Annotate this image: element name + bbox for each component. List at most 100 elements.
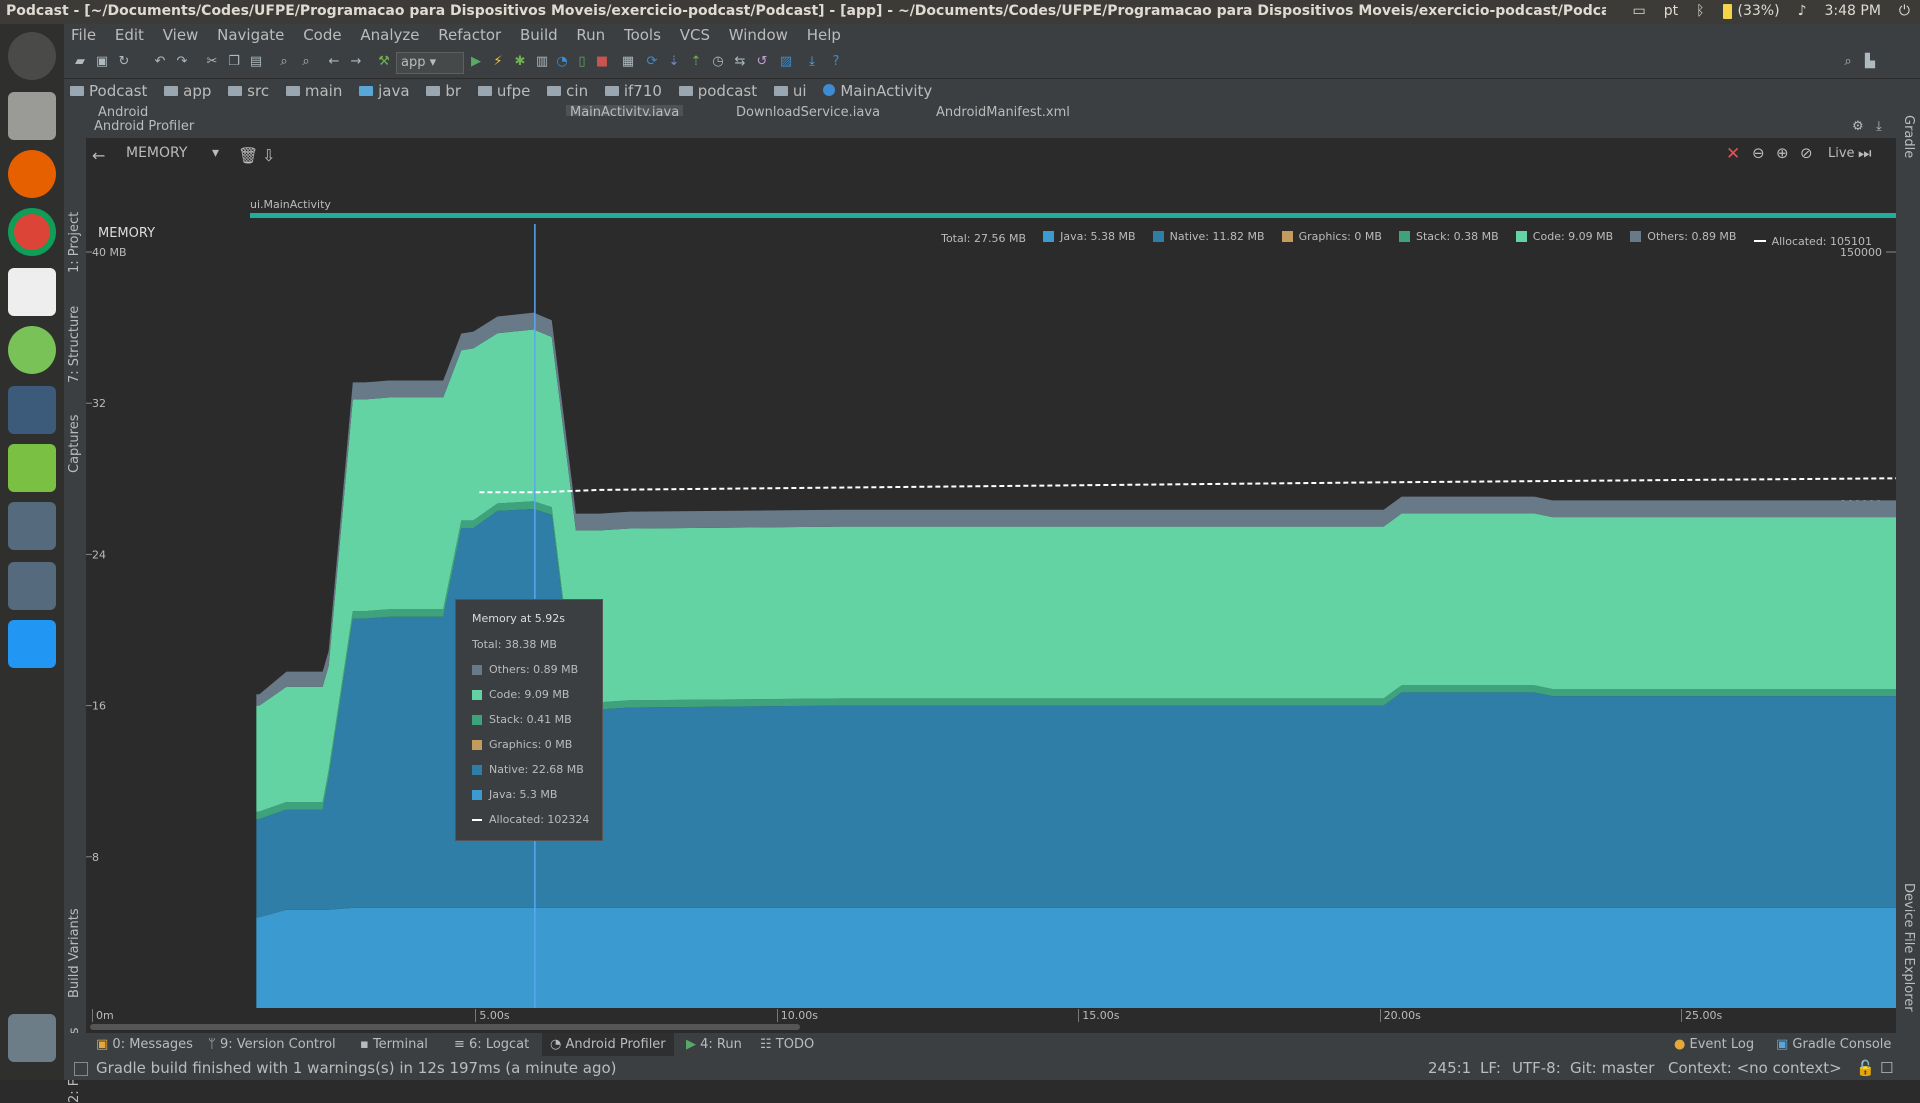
- crumb-app[interactable]: app: [158, 79, 217, 100]
- ubuntu-dash-icon[interactable]: [8, 32, 56, 80]
- apply-changes-icon[interactable]: ⚡: [490, 54, 506, 70]
- power-icon[interactable]: ⏻: [1899, 3, 1910, 19]
- tool-tab-captures[interactable]: Captures: [67, 415, 82, 473]
- tool-tab-logcat[interactable]: ≡ 6: Logcat: [454, 1037, 529, 1052]
- attach-debugger-icon[interactable]: ▯: [574, 54, 590, 70]
- cut-icon[interactable]: ✂: [204, 54, 220, 70]
- undo-icon[interactable]: ↶: [152, 54, 168, 70]
- tool-tab-messages[interactable]: ▣ 0: Messages: [96, 1037, 193, 1052]
- back-arrow-icon[interactable]: ←: [92, 146, 105, 165]
- vcs-history-icon[interactable]: ◷: [710, 54, 726, 70]
- vcs-update-icon[interactable]: ⇣: [666, 54, 682, 70]
- firefox-icon[interactable]: [8, 150, 56, 198]
- line-separator[interactable]: LF:: [1480, 1059, 1501, 1077]
- menu-vcs[interactable]: VCS: [673, 24, 717, 46]
- activity-label[interactable]: ui.MainActivity: [250, 198, 331, 211]
- tool-tab-terminal[interactable]: ▪ Terminal: [360, 1037, 428, 1052]
- run-icon[interactable]: ▶: [468, 54, 484, 70]
- lock-icon[interactable]: 🔓: [1856, 1059, 1875, 1077]
- crumb-br[interactable]: br: [420, 79, 467, 100]
- tab-androidmanifest[interactable]: AndroidManifest.xml: [936, 105, 1070, 116]
- menu-window[interactable]: Window: [722, 24, 795, 46]
- sdk-manager-icon[interactable]: ⤓: [804, 54, 820, 70]
- crumb-main[interactable]: main: [280, 79, 348, 100]
- zoom-in-icon[interactable]: ⊕: [1776, 144, 1789, 162]
- coverage-icon[interactable]: ▥: [534, 54, 550, 70]
- tool-tab-run[interactable]: ▶ 4: Run: [686, 1037, 742, 1052]
- tool-tab-device-file-explorer[interactable]: Device File Explorer: [1901, 883, 1916, 1012]
- tool-windows-toggle-icon[interactable]: [74, 1062, 88, 1076]
- tab-mainactivity[interactable]: MainActivity.java: [566, 105, 684, 116]
- stop-icon[interactable]: ■: [594, 54, 610, 70]
- crumb-cin[interactable]: cin: [541, 79, 594, 100]
- back-icon[interactable]: ←: [326, 54, 342, 70]
- tool-tab-gradle-console[interactable]: ▣ Gradle Console: [1776, 1037, 1891, 1052]
- chrome-icon[interactable]: [8, 208, 56, 256]
- screenshot-icon[interactable]: [8, 502, 56, 550]
- hide-panel-icon[interactable]: ⤓: [1876, 119, 1882, 134]
- git-branch[interactable]: Git: master: [1570, 1059, 1654, 1077]
- menu-tools[interactable]: Tools: [617, 24, 668, 46]
- stop-session-close-icon[interactable]: ✕: [1726, 144, 1740, 164]
- disk-icon[interactable]: [8, 562, 56, 610]
- project-structure-icon[interactable]: ▨: [778, 54, 794, 70]
- zoom-out-icon[interactable]: ⊖: [1752, 144, 1765, 162]
- tool-tab-structure[interactable]: 7: Structure: [67, 306, 82, 383]
- menu-refactor[interactable]: Refactor: [431, 24, 508, 46]
- bluetooth-icon[interactable]: ᛒ: [1696, 3, 1704, 19]
- menu-build[interactable]: Build: [513, 24, 565, 46]
- debug-icon[interactable]: ✱: [512, 54, 528, 70]
- force-gc-trash-icon[interactable]: 🗑: [238, 146, 258, 165]
- live-button[interactable]: Live: [1828, 146, 1855, 161]
- timeline-scrollbar[interactable]: [90, 1024, 800, 1030]
- sync-gradle-icon[interactable]: ⟳: [644, 54, 660, 70]
- caret-position[interactable]: 245:1: [1428, 1059, 1471, 1077]
- battery-icon[interactable]: [1722, 3, 1732, 19]
- go-live-icon[interactable]: ⏭: [1858, 144, 1872, 162]
- sync-icon[interactable]: ↻: [116, 54, 132, 70]
- crumb-podcast[interactable]: Podcast: [64, 79, 153, 100]
- vcs-commit-icon[interactable]: ⇡: [688, 54, 704, 70]
- replace-icon[interactable]: ⌕: [298, 54, 314, 70]
- menu-run[interactable]: Run: [569, 24, 612, 46]
- redo-icon[interactable]: ↷: [174, 54, 190, 70]
- document-icon[interactable]: [8, 620, 56, 668]
- crumb-mainactivity[interactable]: MainActivity: [817, 79, 938, 100]
- tool-tab-project[interactable]: 1: Project: [67, 212, 82, 273]
- crumb-ufpe[interactable]: ufpe: [472, 79, 537, 100]
- revert-icon[interactable]: ↺: [754, 54, 770, 70]
- settings-gear-icon[interactable]: ⚙: [1852, 119, 1864, 134]
- dump-heap-icon[interactable]: ⇩: [262, 146, 275, 165]
- trash-icon[interactable]: [8, 1014, 56, 1062]
- android-studio-icon[interactable]: [8, 326, 56, 374]
- reset-zoom-icon[interactable]: ⊘: [1800, 144, 1813, 162]
- paste-icon[interactable]: ▤: [248, 54, 264, 70]
- tool-tab-event-log[interactable]: ● Event Log: [1674, 1037, 1754, 1052]
- forward-icon[interactable]: →: [348, 54, 364, 70]
- keyboard-layout[interactable]: pt: [1664, 3, 1678, 19]
- open-folder-icon[interactable]: ▰: [72, 54, 88, 70]
- allocated-line[interactable]: [479, 477, 1896, 494]
- tool-tab-version-control[interactable]: ᛘ 9: Version Control: [208, 1037, 336, 1052]
- monitor-select[interactable]: MEMORY ▾: [126, 145, 226, 167]
- crumb-src[interactable]: src: [222, 79, 275, 100]
- memory-area-chart[interactable]: 40 MB322416815000010000050000: [86, 218, 1896, 1008]
- file-encoding[interactable]: UTF-8:: [1512, 1059, 1561, 1077]
- crumb-java[interactable]: java: [353, 79, 415, 100]
- screen-icon[interactable]: ▭: [1632, 3, 1645, 19]
- run-config-select[interactable]: app ▾: [396, 52, 464, 74]
- search-everywhere-icon[interactable]: ⌕: [1840, 54, 1856, 70]
- make-project-icon[interactable]: ⚒: [376, 54, 392, 70]
- menu-edit[interactable]: Edit: [108, 24, 151, 46]
- crumb-podcast-pkg[interactable]: podcast: [673, 79, 763, 100]
- menu-code[interactable]: Code: [296, 24, 348, 46]
- save-icon[interactable]: ▣: [94, 54, 110, 70]
- tool-tab-android-profiler[interactable]: ◔ Android Profiler: [542, 1033, 674, 1056]
- tab-android[interactable]: Android: [98, 105, 148, 116]
- series-area-java[interactable]: [256, 907, 1896, 1008]
- crumb-ui[interactable]: ui: [768, 79, 813, 100]
- crumb-if710[interactable]: if710: [599, 79, 668, 100]
- vcs-compare-icon[interactable]: ⇆: [732, 54, 748, 70]
- event-icon[interactable]: ☐: [1880, 1059, 1893, 1077]
- volume-icon[interactable]: ♪: [1798, 3, 1807, 19]
